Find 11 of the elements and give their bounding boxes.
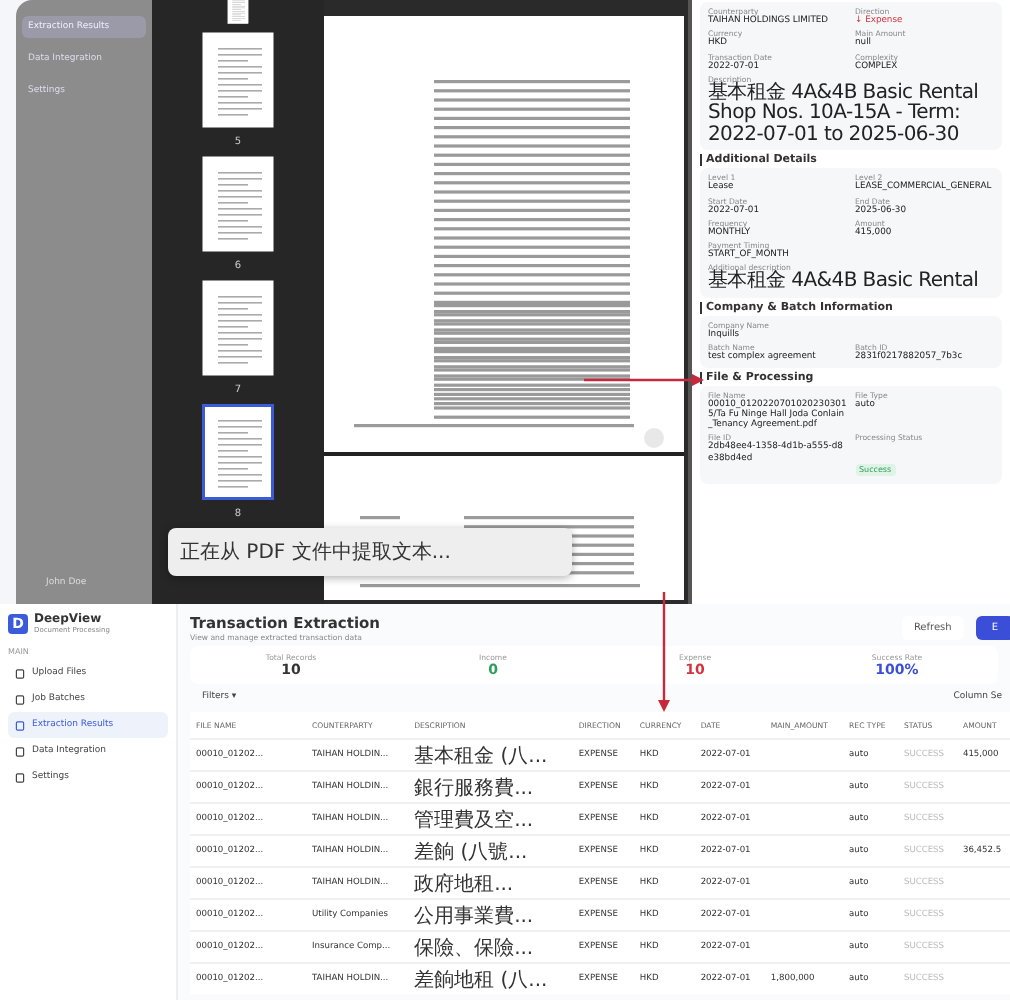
field-value: 基本租金 4A&4B Basic Rental: [708, 272, 981, 294]
table-cell: 差餉 (八號...: [414, 841, 528, 863]
table-cell: 差餉地租 (八...: [414, 969, 548, 991]
table-cell: 公用事業費...: [414, 905, 534, 927]
table-cell: 銀行服務費...: [414, 777, 534, 799]
table-cell: 保險、保險...: [414, 937, 534, 959]
table-cell: 管理費及空...: [414, 809, 534, 831]
field-value: 基本租金 4A&4B Basic Rental Shop Nos. 10A-15A - Term: 2022-07-01 to 2025-06-30: [708, 83, 981, 147]
table-cell: 基本租金 (八...: [414, 745, 548, 767]
table-cell: 政府地租...: [414, 873, 514, 895]
loading-toast: 正在从 PDF 文件中提取文本...: [168, 528, 572, 576]
